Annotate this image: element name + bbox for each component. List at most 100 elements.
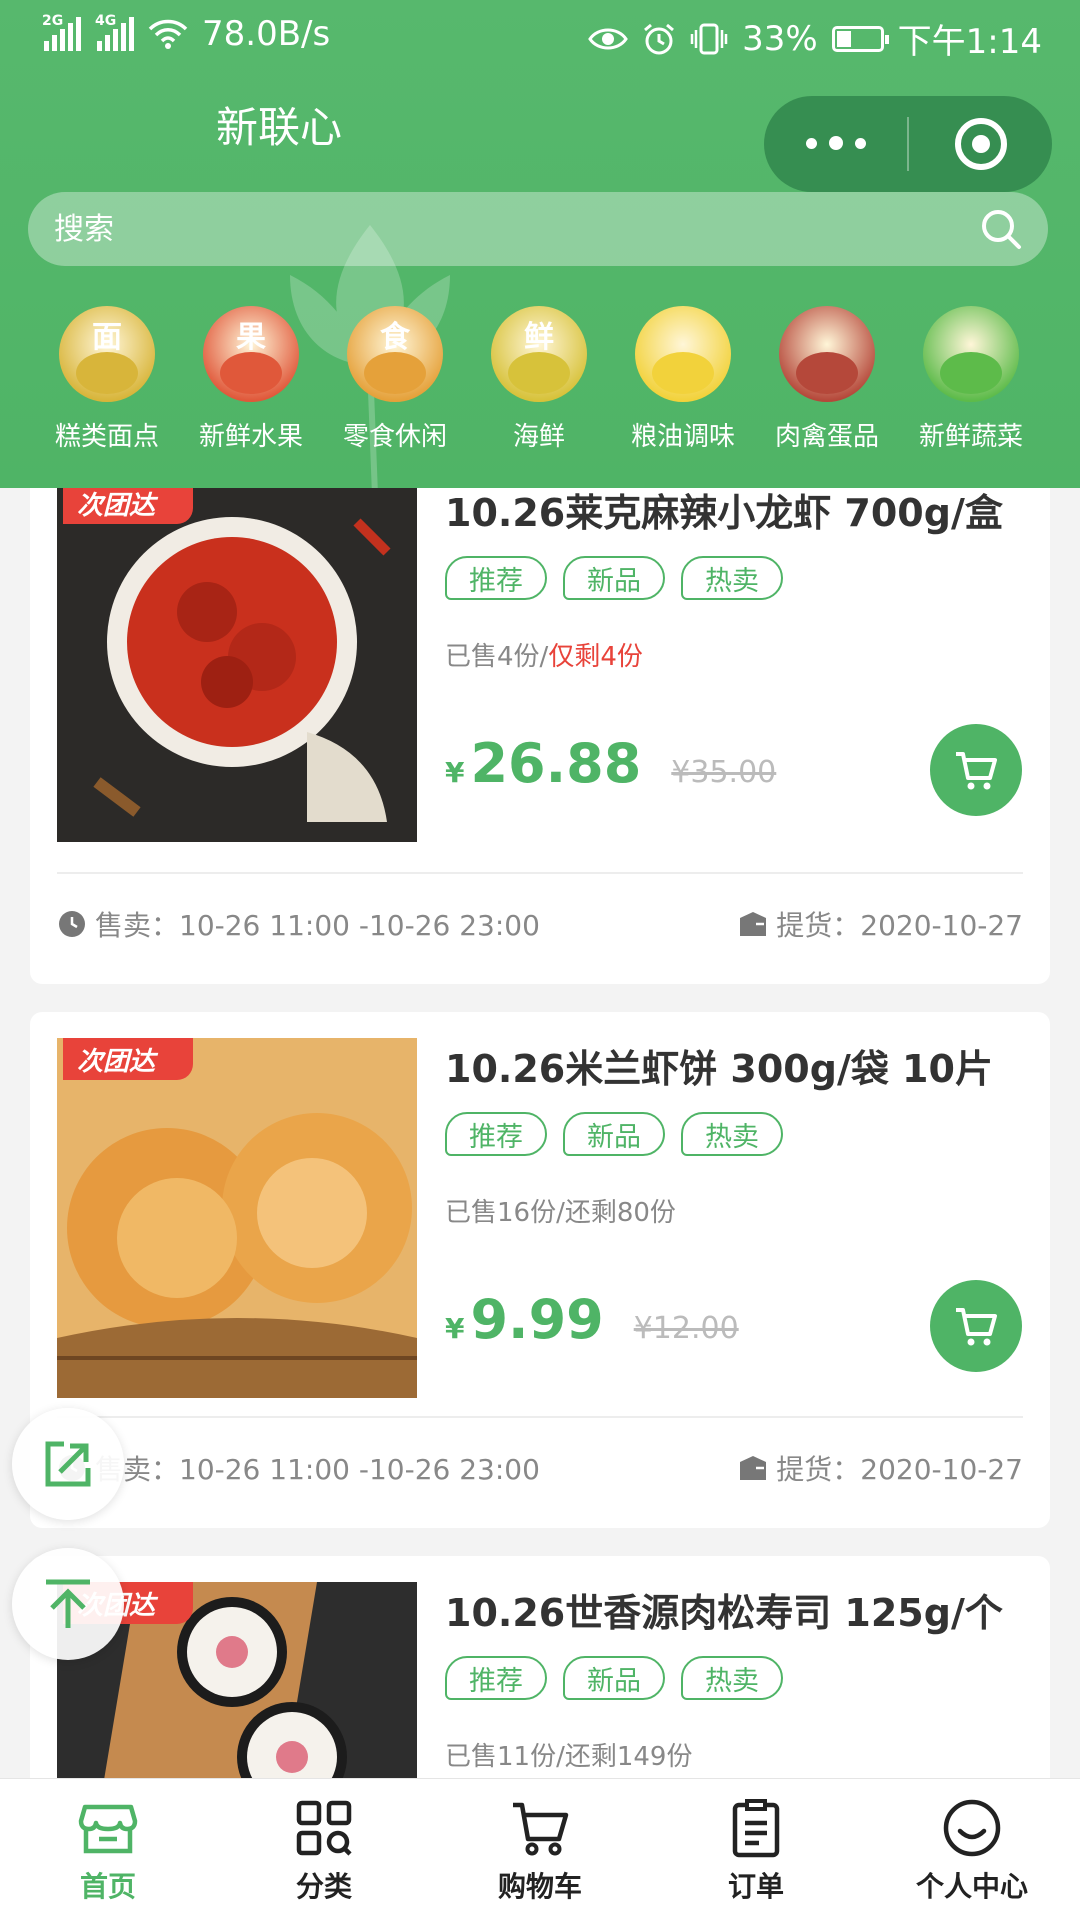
category-item[interactable]: 果新鲜水果 [179,306,323,453]
tab-home[interactable]: 首页 [0,1779,216,1920]
grid-icon [296,1800,352,1856]
product-card[interactable]: 次团达 10.26米兰虾饼 300g/袋 10片 推荐 新品 热卖 已售16份/… [30,1012,1050,1528]
tab-category[interactable]: 分类 [216,1779,432,1920]
header: 2G 4G 78.0B/s 33% 下午1:14 新联心 搜索 面 糕类面点 果… [0,0,1080,488]
product-card[interactable]: 次团达 10.26世香源肉松寿司 125g/个 推荐 新品 热卖 已售11份/还… [30,1556,1050,1778]
add-to-cart-button[interactable] [930,1280,1022,1372]
currency-symbol: ¥ [445,756,465,789]
category-item[interactable]: 新鲜蔬菜 [899,306,1043,453]
cart-icon [513,1802,569,1856]
product-tags: 推荐 新品 热卖 [445,556,783,600]
category-label: 新鲜蔬菜 [918,422,1023,452]
clipboard-icon [732,1799,780,1858]
original-price: ¥12.00 [633,1311,739,1346]
category-glyph: 果 [236,320,266,355]
remaining-count: 仅剩4份 [548,642,643,672]
product-image[interactable]: 次团达 [57,1038,417,1398]
tab-orders[interactable]: 订单 [648,1779,864,1920]
share-button[interactable] [12,1408,124,1520]
category-label: 糕类面点 [54,422,159,452]
product-name[interactable]: 10.26米兰虾饼 300g/袋 10片 [445,1038,993,1093]
category-photo [220,352,282,394]
divider [57,872,1023,874]
sale-price: 9.99 [470,1288,604,1351]
crayfish-image [57,488,417,842]
tab-label: 个人中心 [915,1870,1028,1903]
category-icon: 鲜 [491,306,587,402]
tab-profile[interactable]: 个人中心 [864,1779,1080,1920]
category-photo [796,352,858,394]
tag-label: 新品 [563,1112,665,1156]
tag-label: 新品 [563,556,665,600]
more-options-icon[interactable] [764,136,907,151]
back-to-top-button[interactable] [12,1548,124,1660]
close-mini-program-button[interactable] [909,118,1052,170]
category-row: 面糕类面点果新鲜水果食零食休闲鲜海鲜 粮油调味 肉禽蛋品 新鲜蔬菜 [0,306,1080,453]
tag-label: 热卖 [681,1112,783,1156]
category-glyph: 面 [92,320,122,355]
category-item[interactable]: 食零食休闲 [323,306,467,453]
tag-label: 推荐 [445,1112,547,1156]
category-photo [364,352,426,394]
sales-info: 已售4份/仅剩4份 [445,636,643,673]
pickup-date-text: 提货：2020-10-27 [776,909,1023,942]
product-name[interactable]: 10.26世香源肉松寿司 125g/个 [445,1582,1003,1637]
tab-label: 首页 [79,1870,136,1903]
sale-time: 售卖：10-26 11:00 -10-26 23:00 [57,904,540,944]
product-tags: 推荐 新品 热卖 [445,1656,783,1700]
signal-icon: 2G [42,13,81,51]
target-icon [954,118,1007,170]
category-photo [940,352,1002,394]
product-name[interactable]: 10.26莱克麻辣小龙虾 700g/盒 [445,488,1003,537]
battery-icon [831,25,889,52]
eye-icon [588,28,628,49]
product-image[interactable]: 次团达 [57,488,417,842]
arrow-up-icon [46,1579,90,1628]
category-icon [779,306,875,402]
category-label: 新鲜水果 [198,422,303,452]
category-glyph: 鲜 [524,320,554,355]
search-icon[interactable] [980,208,1022,250]
add-to-cart-button[interactable] [930,724,1022,816]
category-label: 粮油调味 [630,422,735,452]
category-photo [76,352,138,394]
sale-time-text: 售卖：10-26 11:00 -10-26 23:00 [95,1453,540,1486]
pickup-date: 提货：2020-10-27 [738,904,1023,944]
tag-label: 新品 [563,1656,665,1700]
product-tags: 推荐 新品 热卖 [445,1112,783,1156]
category-item[interactable]: 肉禽蛋品 [755,306,899,453]
category-item[interactable]: 粮油调味 [611,306,755,453]
search-bar[interactable] [28,192,1048,266]
tag-label: 热卖 [681,1656,783,1700]
shrimp-cake-image [57,1038,417,1398]
product-card[interactable]: 次团达 10.26莱克麻辣小龙虾 700g/盒 推荐 新品 热卖 已售4份/仅剩… [30,488,1050,984]
category-photo [652,352,714,394]
sold-count: 已售11份/还剩149份 [445,1742,693,1772]
tag-label: 热卖 [681,556,783,600]
signal-icon: 4G [95,13,134,51]
price-row: ¥ 9.99 ¥12.00 [445,1288,739,1351]
sale-time-text: 售卖：10-26 11:00 -10-26 23:00 [95,909,540,942]
category-icon: 果 [203,306,299,402]
clock-icon [59,911,85,937]
category-icon [635,306,731,402]
tab-cart[interactable]: 购物车 [432,1779,648,1920]
page-title: 新联心 [216,103,343,152]
home-store-icon [78,1804,138,1854]
network-speed: 78.0B/s [202,14,331,54]
wifi-icon [148,19,188,49]
sold-count: 已售4份/ [445,642,549,672]
clock: 下午1:14 [897,22,1042,62]
category-label: 零食休闲 [342,422,447,452]
tag-label: 推荐 [445,1656,547,1700]
original-price: ¥35.00 [671,755,777,790]
battery-percent: 33% [742,18,818,59]
category-label: 肉禽蛋品 [774,422,879,452]
category-label: 海鲜 [512,422,565,452]
category-item[interactable]: 鲜海鲜 [467,306,611,453]
search-input[interactable] [54,211,980,247]
sales-info: 已售16份/还剩80份 [445,1192,676,1229]
mini-program-capsule [764,96,1052,192]
category-item[interactable]: 面糕类面点 [35,306,179,453]
cart-icon [956,1308,997,1346]
